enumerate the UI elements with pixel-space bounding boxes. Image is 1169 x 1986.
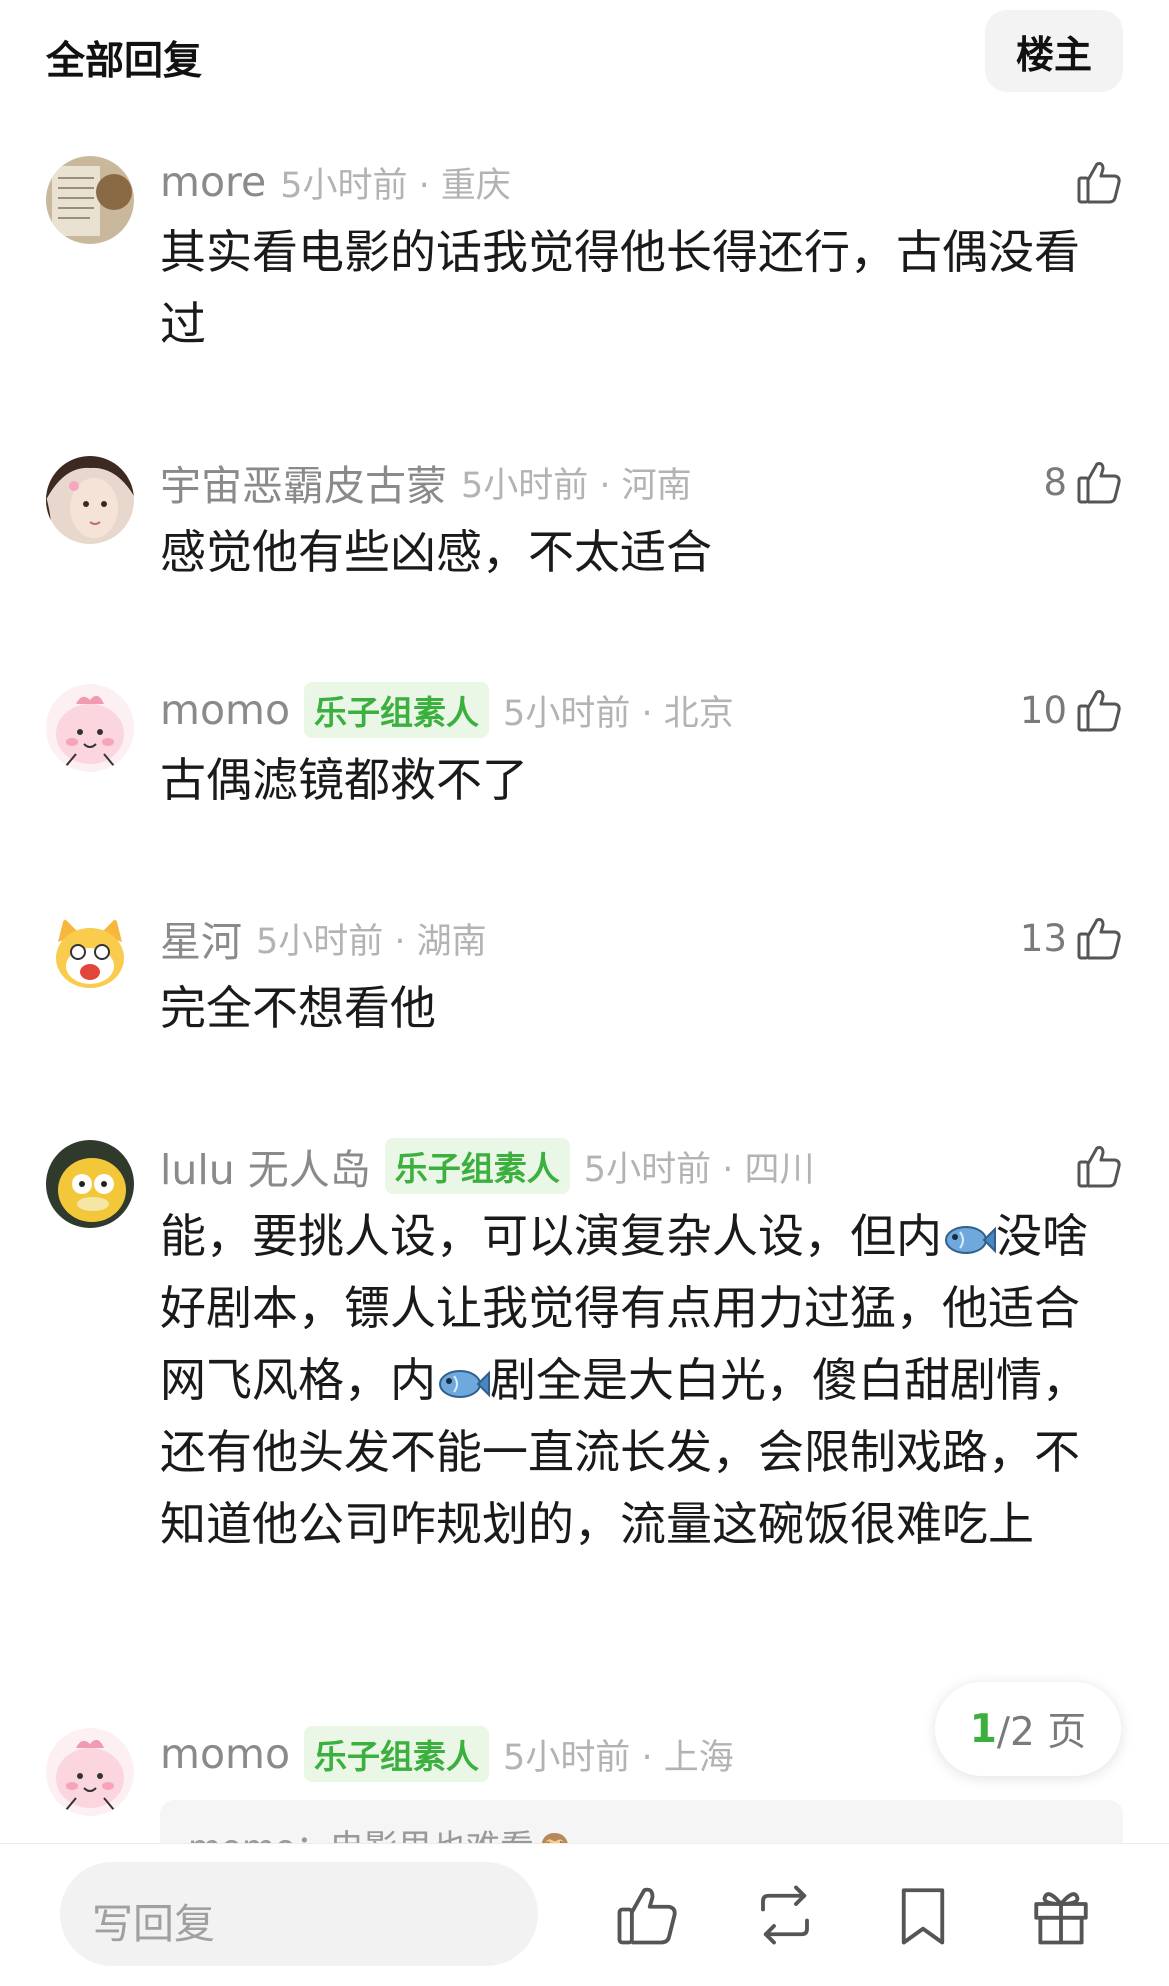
username[interactable]: lulu 无人岛 bbox=[160, 1136, 371, 1196]
comment-meta: momo 乐子组素人 5小时前 · 北京 bbox=[160, 678, 734, 742]
user-badge[interactable]: 乐子组素人 bbox=[304, 1726, 490, 1782]
fish-emoji-icon bbox=[439, 1369, 490, 1398]
comment-text: 完全不想看他 bbox=[160, 981, 436, 1035]
bottom-action-bar: 写回复 bbox=[0, 1843, 1169, 1986]
like-count: 13 bbox=[1019, 916, 1067, 960]
thumb-up-icon bbox=[1077, 462, 1121, 504]
time-location: 5小时前 · 北京 bbox=[503, 693, 734, 734]
avatar[interactable] bbox=[46, 456, 134, 544]
comment-text: 古偶滤镜都救不了 bbox=[160, 753, 528, 807]
avatar[interactable] bbox=[46, 1140, 134, 1228]
avatar[interactable] bbox=[46, 912, 134, 1000]
time-location: 5小时前 · 四川 bbox=[583, 1149, 815, 1190]
avatar[interactable] bbox=[46, 156, 134, 244]
reply-placeholder: 写回复 bbox=[92, 1900, 215, 1948]
comment-item: 星河 5小时前 · 湖南 13 完全不想看他 bbox=[0, 906, 1169, 1046]
username[interactable]: momo bbox=[160, 1730, 290, 1778]
time-location: 5小时前 · 上海 bbox=[503, 1737, 734, 1778]
comment-meta: 宇宙恶霸皮古蒙 5小时前 · 河南 bbox=[160, 450, 692, 514]
total-pages: /2 页 bbox=[996, 1710, 1087, 1755]
reply-input[interactable]: 写回复 bbox=[60, 1862, 538, 1966]
bookmark-icon[interactable] bbox=[890, 1882, 956, 1948]
avatar[interactable] bbox=[46, 684, 134, 772]
like-button[interactable] bbox=[1067, 1138, 1123, 1194]
time-location: 5小时前 · 重庆 bbox=[280, 165, 511, 206]
username[interactable]: more bbox=[160, 158, 266, 206]
comment-item: momo 乐子组素人 5小时前 · 北京 10 古偶滤镜都救不了 bbox=[0, 678, 1169, 818]
fish-emoji-icon bbox=[945, 1225, 996, 1254]
comment-meta: more 5小时前 · 重庆 bbox=[160, 150, 511, 214]
user-badge[interactable]: 乐子组素人 bbox=[304, 682, 490, 738]
op-only-button[interactable]: 楼主 bbox=[985, 10, 1123, 92]
thumb-up-icon bbox=[1077, 162, 1121, 204]
like-button[interactable]: 8 bbox=[1043, 454, 1123, 510]
like-count: 10 bbox=[1019, 688, 1067, 732]
like-button[interactable]: 10 bbox=[1020, 682, 1123, 738]
comment-text: 能，要挑人设，可以演复杂人设，但内 没啥好剧本，镖人让我觉得有点用力过猛，他适合网… bbox=[160, 1200, 1108, 1560]
comment-meta: lulu 无人岛 乐子组素人 5小时前 · 四川 bbox=[160, 1134, 814, 1198]
time-location: 5小时前 · 湖南 bbox=[256, 921, 487, 962]
thumb-up-icon[interactable] bbox=[614, 1882, 680, 1948]
avatar[interactable] bbox=[46, 1728, 134, 1816]
current-page: 1 bbox=[969, 1706, 997, 1752]
like-button[interactable] bbox=[1067, 154, 1123, 210]
comment-meta: 星河 5小时前 · 湖南 bbox=[160, 906, 487, 970]
quoted-reply-text: momo：电影里也难看🙈 bbox=[188, 1820, 576, 1844]
comment-text-part: 能，要挑人设，可以演复杂人设，但内 bbox=[160, 1209, 942, 1263]
repost-icon[interactable] bbox=[752, 1882, 818, 1948]
like-count: 8 bbox=[1043, 460, 1067, 504]
pagination-indicator[interactable]: 1/2 页 bbox=[935, 1682, 1121, 1776]
gift-icon[interactable] bbox=[1028, 1882, 1094, 1948]
username[interactable]: momo bbox=[160, 686, 290, 734]
thumb-up-icon bbox=[1077, 918, 1121, 960]
thumb-up-icon bbox=[1077, 690, 1121, 732]
time-location: 5小时前 · 河南 bbox=[461, 465, 692, 506]
username[interactable]: 宇宙恶霸皮古蒙 bbox=[160, 452, 447, 512]
header: 全部回复 楼主 bbox=[0, 0, 1169, 110]
page-title: 全部回复 bbox=[46, 39, 203, 84]
comment-text: 其实看电影的话我觉得他长得还行，古偶没看过 bbox=[160, 225, 1080, 351]
thumb-up-icon bbox=[1077, 1146, 1121, 1188]
username[interactable]: 星河 bbox=[160, 908, 242, 968]
comment-item: more 5小时前 · 重庆 其实看电影的话我觉得他长得还行，古偶没看过 bbox=[0, 150, 1169, 390]
comment-meta: momo 乐子组素人 5小时前 · 上海 bbox=[160, 1722, 734, 1786]
comment-item: 宇宙恶霸皮古蒙 5小时前 · 河南 8 感觉他有些凶感，不太适合 bbox=[0, 450, 1169, 590]
like-button[interactable]: 13 bbox=[1020, 910, 1123, 966]
comment-item: lulu 无人岛 乐子组素人 5小时前 · 四川 能，要挑人设，可以演复杂人设，… bbox=[0, 1134, 1169, 1634]
quoted-reply[interactable]: momo：电影里也难看🙈 bbox=[160, 1800, 1123, 1844]
user-badge[interactable]: 乐子组素人 bbox=[384, 1138, 570, 1194]
comment-text: 感觉他有些凶感，不太适合 bbox=[160, 525, 712, 579]
